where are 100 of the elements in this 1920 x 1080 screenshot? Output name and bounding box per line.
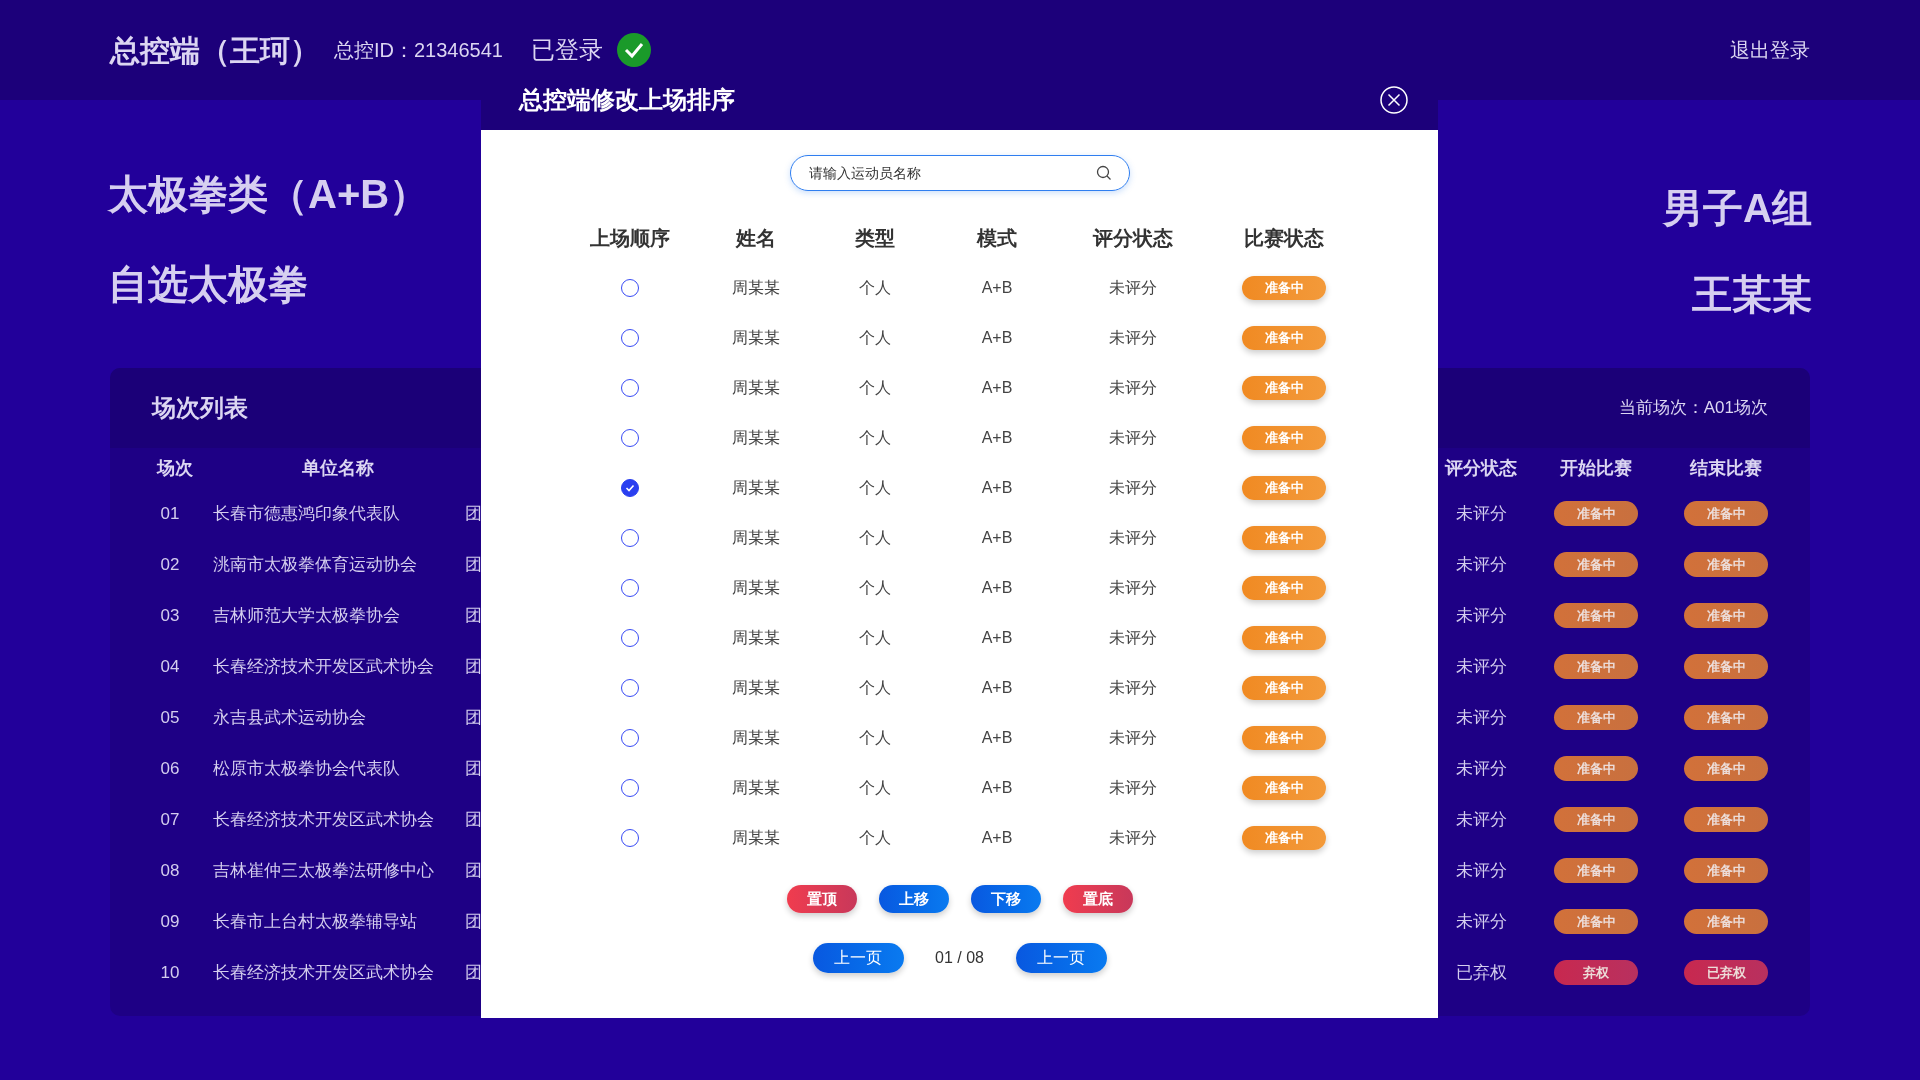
status-badge: 准备中 bbox=[1242, 276, 1326, 300]
table-cell-text: 个人 bbox=[858, 428, 892, 448]
radio-button[interactable] bbox=[621, 429, 639, 447]
table-cell-text: 吉林师范大学太极拳协会 bbox=[213, 604, 401, 627]
table-cell-text: 04 bbox=[159, 655, 181, 678]
radio-button[interactable] bbox=[621, 629, 639, 647]
status-button[interactable]: 准备中 bbox=[1554, 858, 1638, 883]
table-cell-text: 已弃权 bbox=[1454, 961, 1508, 984]
status-button[interactable]: 准备中 bbox=[1684, 552, 1768, 577]
group-title: 男子A组 bbox=[1663, 185, 1812, 232]
table-cell-text: 未评分 bbox=[1108, 778, 1158, 798]
close-icon[interactable] bbox=[1380, 86, 1408, 114]
table-cell-text: 01 bbox=[159, 502, 181, 525]
table-cell-text: 松原市太极拳协会代表队 bbox=[213, 757, 401, 780]
status-badge: 准备中 bbox=[1242, 626, 1326, 650]
table-cell-text: A+B bbox=[980, 278, 1014, 298]
table-cell-text: 洮南市太极拳体育运动协会 bbox=[213, 553, 418, 576]
column-header: 评分状态 bbox=[1091, 226, 1174, 251]
column-header: 场次 bbox=[155, 456, 194, 480]
status-button[interactable]: 准备中 bbox=[1554, 501, 1638, 526]
status-button[interactable]: 已弃权 bbox=[1684, 960, 1768, 985]
table-cell-text: 长春经济技术开发区武术协会 bbox=[213, 808, 435, 831]
status-button[interactable]: 准备中 bbox=[1554, 603, 1638, 628]
table-cell-text: 团 bbox=[465, 859, 482, 882]
table-cell-text: 07 bbox=[159, 808, 181, 831]
table-cell-text: 未评分 bbox=[1454, 553, 1508, 576]
table-cell-text: 个人 bbox=[858, 528, 892, 548]
table-cell-text: 个人 bbox=[858, 678, 892, 698]
table-cell-text: 个人 bbox=[858, 778, 892, 798]
action-button[interactable]: 上移 bbox=[878, 885, 949, 913]
search-field[interactable]: 请输入运动员名称 bbox=[789, 155, 1130, 191]
radio-button[interactable] bbox=[621, 379, 639, 397]
status-badge: 准备中 bbox=[1242, 726, 1326, 750]
check-icon bbox=[625, 483, 635, 493]
status-button[interactable]: 准备中 bbox=[1684, 807, 1768, 832]
table-cell-text: 10 bbox=[159, 961, 181, 984]
status-button[interactable]: 准备中 bbox=[1554, 705, 1638, 730]
status-badge: 准备中 bbox=[1242, 326, 1326, 350]
table-cell-text: 周某某 bbox=[731, 478, 781, 498]
table-cell-text: 未评分 bbox=[1454, 910, 1508, 933]
table-cell-text: 未评分 bbox=[1108, 578, 1158, 598]
routine-title: 自选太极拳 bbox=[108, 261, 309, 308]
table-cell-text: 团 bbox=[465, 604, 482, 627]
table-cell-text: 团 bbox=[465, 655, 482, 678]
table-cell-text: 未评分 bbox=[1108, 528, 1158, 548]
table-cell-text: A+B bbox=[980, 778, 1014, 798]
table-cell-text: 长春市德惠鸿印象代表队 bbox=[213, 502, 401, 525]
table-cell-text: 团 bbox=[465, 757, 482, 780]
status-button[interactable]: 准备中 bbox=[1554, 756, 1638, 781]
status-button[interactable]: 准备中 bbox=[1684, 858, 1768, 883]
radio-button[interactable] bbox=[621, 779, 639, 797]
table-cell-text: 08 bbox=[159, 859, 181, 882]
logout-link[interactable]: 退出登录 bbox=[1730, 35, 1810, 65]
radio-button[interactable] bbox=[621, 529, 639, 547]
table-cell-text: 个人 bbox=[858, 278, 892, 298]
status-button[interactable]: 准备中 bbox=[1684, 654, 1768, 679]
status-button[interactable]: 弃权 bbox=[1554, 960, 1638, 985]
status-button[interactable]: 准备中 bbox=[1554, 654, 1638, 679]
status-button[interactable]: 准备中 bbox=[1684, 909, 1768, 934]
radio-button[interactable] bbox=[621, 579, 639, 597]
table-cell-text: A+B bbox=[980, 728, 1014, 748]
status-button[interactable]: 准备中 bbox=[1554, 552, 1638, 577]
table-cell-text: A+B bbox=[980, 478, 1014, 498]
table-cell-text: 未评分 bbox=[1454, 757, 1508, 780]
table-cell-text: 未评分 bbox=[1108, 278, 1158, 298]
column-header: 模式 bbox=[975, 226, 1018, 251]
table-cell-text: 周某某 bbox=[731, 428, 781, 448]
radio-button[interactable] bbox=[621, 479, 639, 497]
radio-button[interactable] bbox=[621, 679, 639, 697]
status-badge: 准备中 bbox=[1242, 376, 1326, 400]
table-cell-text: 个人 bbox=[858, 378, 892, 398]
table-cell-text: A+B bbox=[980, 428, 1014, 448]
radio-button[interactable] bbox=[621, 329, 639, 347]
action-button[interactable]: 下移 bbox=[970, 885, 1041, 913]
console-id: 总控ID：21346541 bbox=[334, 38, 503, 63]
table-cell-text: 永吉县武术运动协会 bbox=[213, 706, 367, 729]
status-button[interactable]: 准备中 bbox=[1554, 807, 1638, 832]
table-cell-text: 个人 bbox=[858, 478, 892, 498]
table-cell-text: 长春经济技术开发区武术协会 bbox=[213, 961, 435, 984]
table-cell-text: 团 bbox=[465, 808, 482, 831]
radio-button[interactable] bbox=[621, 279, 639, 297]
status-button[interactable]: 准备中 bbox=[1684, 501, 1768, 526]
status-button[interactable]: 准备中 bbox=[1684, 705, 1768, 730]
status-button[interactable]: 准备中 bbox=[1684, 756, 1768, 781]
table-cell-text: 未评分 bbox=[1108, 828, 1158, 848]
status-button[interactable]: 准备中 bbox=[1554, 909, 1638, 934]
table-cell-text: A+B bbox=[980, 828, 1014, 848]
prev-page-button[interactable]: 上一页 bbox=[812, 943, 904, 973]
action-button[interactable]: 置底 bbox=[1062, 885, 1133, 913]
table-cell-text: 未评分 bbox=[1108, 478, 1158, 498]
radio-button[interactable] bbox=[621, 829, 639, 847]
next-page-button[interactable]: 上一页 bbox=[1015, 943, 1107, 973]
status-button[interactable]: 准备中 bbox=[1684, 603, 1768, 628]
search-icon bbox=[1095, 165, 1112, 181]
table-cell-text: 团 bbox=[465, 553, 482, 576]
radio-button[interactable] bbox=[621, 729, 639, 747]
column-header: 比赛状态 bbox=[1243, 226, 1325, 251]
action-button[interactable]: 置顶 bbox=[786, 885, 857, 913]
table-cell-text: 个人 bbox=[858, 328, 892, 348]
table-cell-text: 周某某 bbox=[731, 278, 781, 298]
